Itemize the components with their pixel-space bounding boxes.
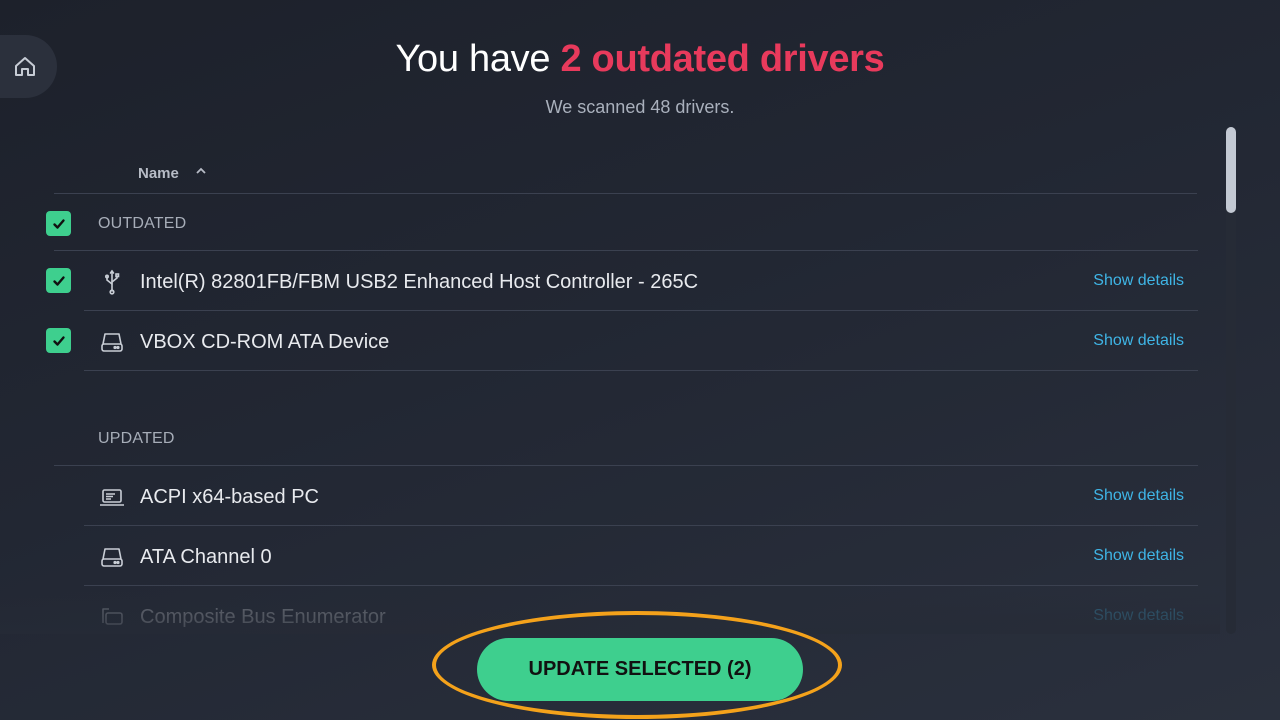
- devices-icon: [102, 608, 123, 625]
- show-details-link[interactable]: Show details: [1093, 487, 1184, 505]
- show-details-link[interactable]: Show details: [1093, 607, 1184, 625]
- drive-icon: [101, 333, 123, 352]
- scrollbar-thumb[interactable]: [1226, 127, 1236, 213]
- driver-name: VBOX CD-ROM ATA Device: [140, 331, 390, 353]
- update-selected-button[interactable]: UPDATE SELECTED (2): [477, 638, 803, 701]
- driver-name: Composite Bus Enumerator: [140, 606, 386, 628]
- section-divider: [54, 406, 1198, 466]
- driver-list: Name OUTDATED Intel(R) 82801FB/FBM USB2 …: [0, 150, 1220, 634]
- scan-subtitle: We scanned 48 drivers.: [545, 97, 735, 117]
- usb-icon: [105, 269, 120, 295]
- driver-name: ACPI x64-based PC: [140, 486, 319, 508]
- outdated-count-highlight: 2 outdated drivers: [560, 38, 885, 80]
- driver-checkbox[interactable]: [46, 328, 71, 353]
- title-prefix: You have: [395, 38, 561, 80]
- drive-icon: [101, 548, 123, 567]
- driver-row[interactable]: ACPI x64-based PC Show details: [84, 466, 1198, 526]
- driver-row[interactable]: Intel(R) 82801FB/FBM USB2 Enhanced Host …: [84, 251, 1198, 311]
- show-details-link[interactable]: Show details: [1093, 547, 1184, 565]
- driver-name: Intel(R) 82801FB/FBM USB2 Enhanced Host …: [140, 271, 699, 293]
- driver-row[interactable]: VBOX CD-ROM ATA Device Show details: [84, 311, 1198, 371]
- check-icon: [52, 275, 65, 286]
- check-icon: [52, 335, 65, 346]
- show-details-link[interactable]: Show details: [1093, 332, 1184, 350]
- list-scrollbar[interactable]: [1226, 127, 1236, 634]
- driver-row[interactable]: ATA Channel 0 Show details: [84, 526, 1198, 586]
- sort-by-name-header[interactable]: Name: [138, 165, 179, 182]
- section-divider: [54, 191, 1198, 251]
- chevron-up-icon[interactable]: [194, 164, 208, 178]
- laptop-icon: [100, 489, 124, 506]
- column-header: Name: [54, 150, 1197, 194]
- driver-checkbox[interactable]: [46, 268, 71, 293]
- show-details-link[interactable]: Show details: [1093, 272, 1184, 290]
- scan-summary: You have 2 outdated drivers We scanned 4…: [0, 38, 1280, 118]
- page-title: You have 2 outdated drivers: [0, 38, 1280, 81]
- driver-row[interactable]: Composite Bus Enumerator Show details: [84, 586, 1198, 634]
- driver-name: ATA Channel 0: [140, 546, 272, 568]
